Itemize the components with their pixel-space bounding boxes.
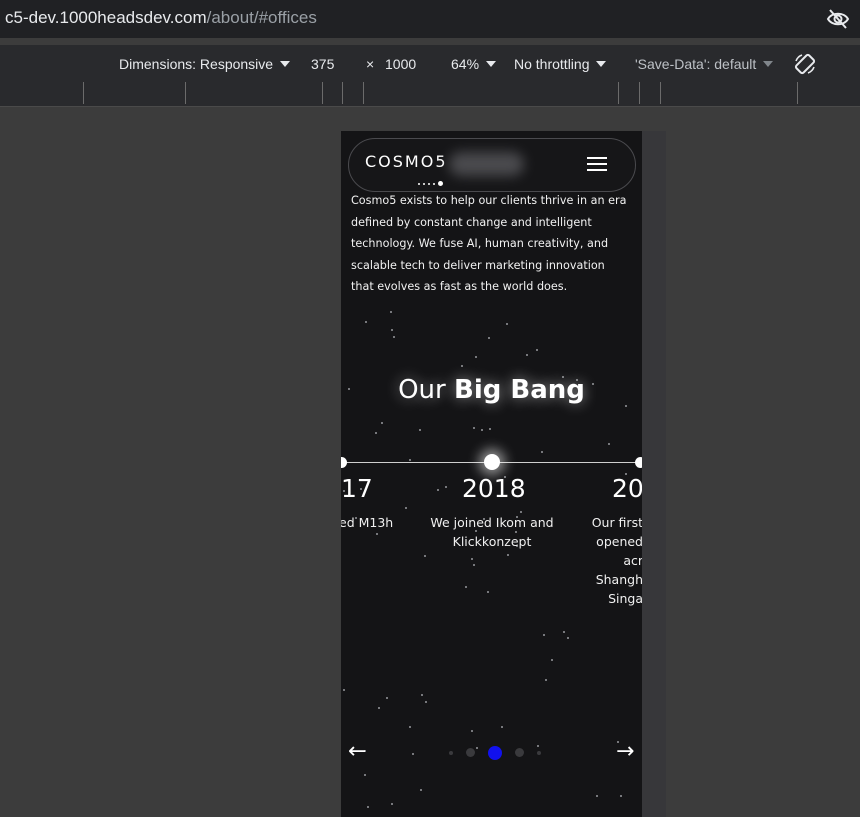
star [421,694,423,696]
star [424,555,426,557]
star [375,432,377,434]
carousel-pager [449,742,549,760]
star [364,774,366,776]
chevron-down-icon [763,61,774,67]
timeline-dot-active[interactable] [484,454,500,470]
pager-dot[interactable] [449,750,453,755]
media-query-bar[interactable] [0,82,860,107]
star [386,697,388,699]
prev-arrow-button[interactable]: ← [348,739,366,764]
star [465,586,467,588]
url-text[interactable]: c5-dev.1000headsdev.com/about/#offices [5,8,317,28]
rotate-icon[interactable] [793,52,817,76]
height-input[interactable]: 1000 [385,56,416,72]
star [526,354,528,356]
star [367,806,369,808]
star [507,554,509,556]
star [536,349,538,351]
timeline-text: ed M13h [341,515,394,530]
intro-paragraph: Cosmo5 exists to help our clients thrive… [351,194,627,293]
star [393,336,395,338]
zoom-dropdown[interactable]: 64% [451,56,497,72]
star [412,753,414,755]
star [489,428,491,430]
star [620,795,622,797]
eye-off-icon[interactable] [826,8,850,30]
star [608,443,610,445]
timeline-text-active: We joined Ikom and Klickkonzept [430,515,554,549]
star [343,689,345,691]
star [409,726,411,728]
star [471,558,473,560]
star [487,591,489,593]
timeline-dot[interactable] [341,457,347,468]
star [425,701,427,703]
star [625,405,627,407]
pager-dot[interactable] [515,748,525,757]
star [461,365,463,367]
star [541,451,543,453]
star [381,422,383,424]
star [567,637,569,639]
device-viewport[interactable]: COSMO5 Cosmo5 exists to help our clients… [341,131,642,817]
device-toolbar: Dimensions: Responsive 375 × 1000 64% No… [0,44,860,82]
timeline-year-active: 2018 [462,474,526,503]
star [501,726,503,728]
pager-dot-active[interactable] [488,745,503,760]
star [445,486,447,488]
star [473,427,475,429]
star [488,337,490,339]
next-arrow-button[interactable]: → [616,739,634,764]
chevron-down-icon [486,61,497,67]
pager-dot[interactable] [537,750,542,755]
url-bar[interactable]: c5-dev.1000headsdev.com/about/#offices [0,0,860,38]
timeline-year: 20 [612,474,642,503]
star [365,321,367,323]
blurred-region [449,152,524,176]
page-heading: Our Big Bang [398,375,585,405]
chevron-down-icon [596,61,607,67]
star [563,631,565,633]
star [506,323,508,325]
star [376,533,378,535]
star [471,730,473,732]
width-input[interactable]: 375 [311,56,334,72]
star [409,459,411,461]
menu-icon[interactable] [587,157,607,173]
star [596,795,598,797]
star [419,429,421,431]
star [391,329,393,331]
throttling-dropdown[interactable]: No throttling [514,56,607,72]
star [473,564,475,566]
dimensions-dropdown[interactable]: Dimensions: Responsive [119,56,291,72]
star [390,311,392,313]
pager-dot[interactable] [466,748,476,757]
viewport-scrollbar[interactable] [642,131,666,817]
timeline-year: 17 [341,474,373,503]
star [481,429,483,431]
star [378,707,380,709]
star [391,803,393,805]
timeline-dot[interactable] [635,457,642,468]
star [475,356,477,358]
timeline-text: Our first opened acr Shangh Singa [591,515,642,606]
site-header: COSMO5 [348,138,636,192]
star [545,679,547,681]
star [420,789,422,791]
star [437,489,439,491]
times-sign: × [366,56,375,72]
chevron-down-icon [280,61,291,67]
star [551,659,553,661]
save-data-dropdown[interactable]: 'Save-Data': default [635,56,774,72]
star [543,634,545,636]
star [405,507,407,509]
site-logo[interactable]: COSMO5 [365,152,448,171]
